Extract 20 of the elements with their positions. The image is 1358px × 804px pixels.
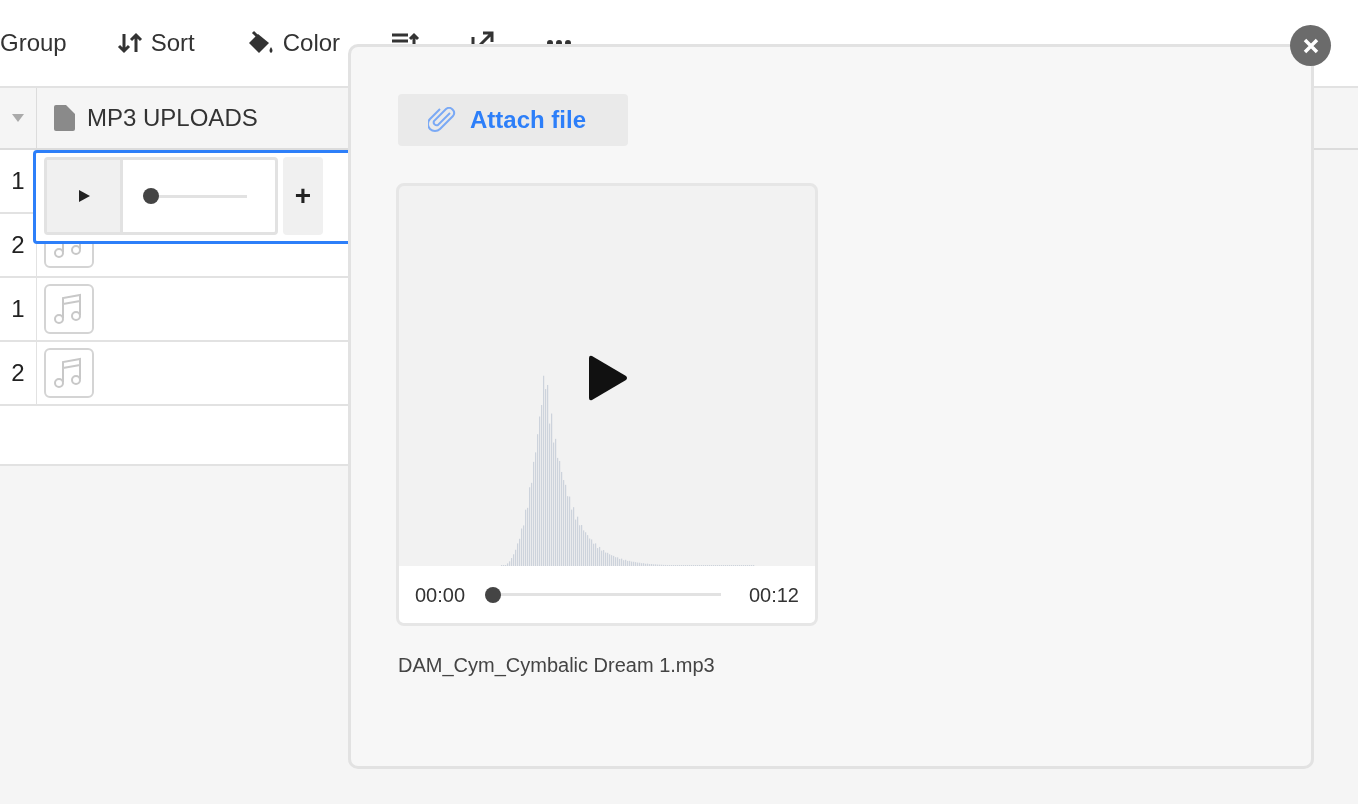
- column-header: MP3 UPLOADS: [87, 103, 258, 133]
- toolbar-button[interactable]: Group: [0, 25, 67, 61]
- file-icon: [53, 105, 75, 131]
- current-time: 00:00: [415, 582, 466, 608]
- play-icon: [586, 355, 628, 401]
- music-note-icon: [44, 284, 94, 334]
- file-name: DAM_Cym_Cymbalic Dream 1.mp3: [398, 653, 715, 679]
- music-note-icon: [44, 348, 94, 398]
- row-number: 2: [11, 358, 25, 388]
- duration-time: 00:12: [748, 582, 799, 608]
- row-number: 2: [11, 230, 25, 260]
- row-number: 1: [11, 294, 25, 324]
- paperclip-icon: [428, 107, 456, 133]
- add-button[interactable]: +: [283, 157, 323, 235]
- toolbar-button[interactable]: Color: [244, 25, 341, 61]
- toolbar-button[interactable]: Sort: [116, 25, 195, 61]
- play-icon: [76, 189, 91, 203]
- row-number: 1: [11, 166, 25, 196]
- sort-icon: [116, 31, 143, 55]
- close-icon: [1302, 37, 1319, 54]
